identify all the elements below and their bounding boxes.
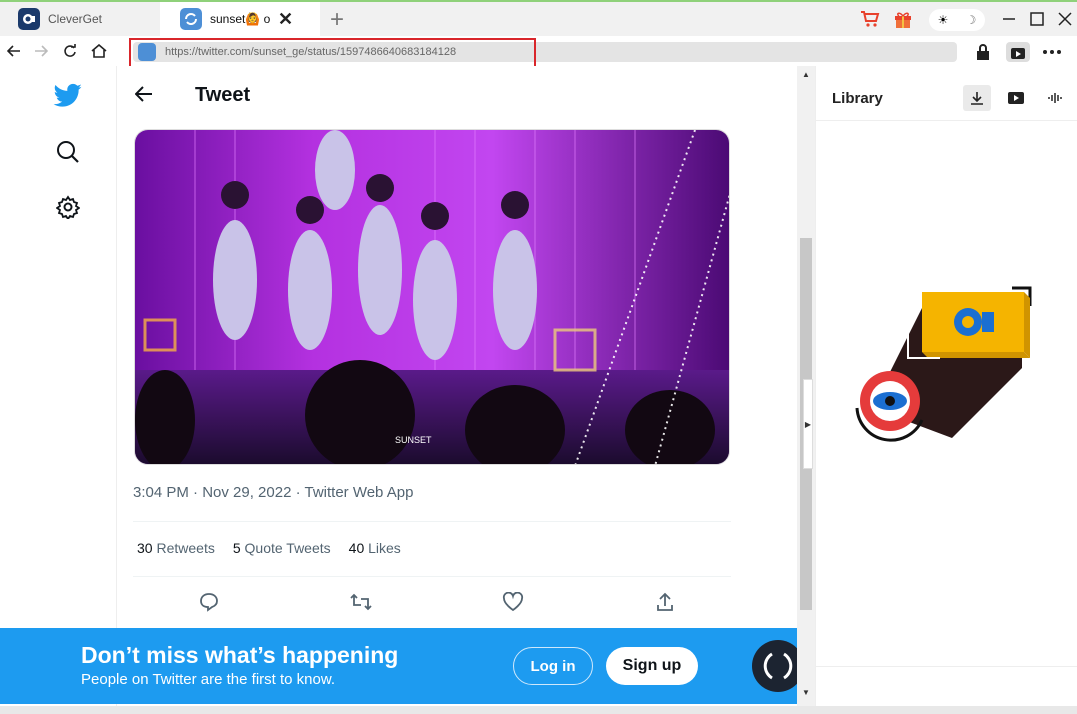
twitter-sidebar	[0, 66, 117, 714]
divider	[816, 666, 1077, 667]
media-watermark: SUNSET	[395, 435, 432, 445]
close-tab-icon[interactable]: ✕	[278, 9, 293, 30]
login-button[interactable]: Log in	[513, 647, 593, 685]
gift-icon[interactable]	[891, 7, 915, 31]
theme-toggle[interactable]: ☀ ☽	[929, 9, 985, 31]
audio-icon[interactable]	[1041, 85, 1069, 111]
vertical-scrollbar[interactable]: ▲ ▶ ▼	[797, 66, 815, 706]
banner-subtext: People on Twitter are the first to know.	[81, 671, 336, 688]
empty-library-illustration	[852, 278, 1036, 448]
tweet-media-image[interactable]: SUNSET	[134, 129, 730, 465]
scroll-up-arrow-icon[interactable]: ▲	[802, 70, 810, 79]
twitter-bird-icon[interactable]	[52, 80, 84, 112]
stat-label: Quote Tweets	[244, 540, 331, 556]
like-heart-icon[interactable]	[501, 590, 525, 614]
moon-icon[interactable]: ☽	[966, 13, 977, 27]
tweet-stats: 30 Retweets 5 Quote Tweets 40 Likes	[137, 540, 419, 556]
divider	[133, 521, 731, 522]
reload-icon[interactable]	[60, 41, 80, 61]
maximize-icon[interactable]	[1025, 7, 1049, 31]
tweet-timestamp[interactable]: 3:04 PM · Nov 29, 2022 · Twitter Web App	[133, 484, 413, 501]
likes-stat[interactable]: 40 Likes	[349, 540, 401, 556]
library-title: Library	[832, 90, 883, 107]
cleverget-logo-icon	[18, 8, 40, 30]
download-icon[interactable]	[963, 85, 991, 111]
tab-twitter[interactable]: sunset🙆 on ✕	[160, 2, 320, 36]
divider	[816, 120, 1077, 121]
tab-bar: CleverGet sunset🙆 on ✕ + ☀ ☽	[0, 2, 1077, 36]
sun-icon[interactable]: ☀	[938, 13, 949, 27]
retweet-icon[interactable]	[349, 590, 373, 614]
stat-count: 5	[232, 540, 241, 556]
signup-banner: Don’t miss what’s happening People on Tw…	[0, 628, 797, 704]
tweet-actions	[197, 590, 677, 614]
loading-spinner-icon	[752, 640, 797, 692]
lock-icon[interactable]	[973, 42, 993, 62]
collapse-panel-arrow-icon[interactable]: ▶	[803, 379, 813, 469]
tab-label: sunset🙆 on	[210, 12, 270, 26]
retweets-stat[interactable]: 30 Retweets	[137, 540, 215, 556]
back-arrow-icon[interactable]	[134, 82, 165, 108]
tweet-header: Tweet	[134, 82, 251, 108]
more-options-icon[interactable]	[1042, 42, 1062, 62]
quote-tweets-stat[interactable]: 5 Quote Tweets	[233, 540, 331, 556]
plus-icon[interactable]: +	[330, 6, 344, 34]
share-icon[interactable]	[653, 590, 677, 614]
tab-label: CleverGet	[48, 12, 103, 26]
search-icon[interactable]	[52, 136, 84, 168]
forward-arrow-icon[interactable]	[31, 41, 51, 61]
video-icon[interactable]	[1002, 85, 1030, 111]
cart-icon[interactable]	[858, 7, 882, 31]
back-arrow-icon[interactable]	[4, 41, 24, 61]
navigation-bar: https://twitter.com/sunset_ge/status/159…	[0, 36, 1077, 79]
stat-label: Likes	[368, 540, 401, 556]
tab-cleverget[interactable]: CleverGet	[0, 2, 160, 36]
gear-icon[interactable]	[52, 191, 84, 223]
scroll-down-arrow-icon[interactable]: ▼	[802, 688, 810, 697]
status-bar	[0, 706, 1077, 714]
browser-window: CleverGet sunset🙆 on ✕ + ☀ ☽	[0, 0, 1077, 714]
home-icon[interactable]	[89, 41, 109, 61]
media-download-icon[interactable]	[1006, 42, 1030, 62]
page-title: Tweet	[195, 83, 251, 106]
library-panel: Library	[815, 66, 1077, 706]
stat-label: Retweets	[156, 540, 215, 556]
stat-count: 30	[137, 540, 153, 556]
signup-button[interactable]: Sign up	[606, 647, 698, 685]
web-page: Tweet SUNSET 3:04 PM · Nov 29, 2022 · Tw…	[0, 66, 797, 714]
minimize-icon[interactable]	[997, 7, 1021, 31]
reply-icon[interactable]	[197, 590, 221, 614]
banner-headline: Don’t miss what’s happening	[81, 642, 399, 668]
refresh-favicon-icon	[180, 8, 202, 30]
divider	[133, 576, 731, 577]
close-window-icon[interactable]	[1053, 7, 1077, 31]
stat-count: 40	[348, 540, 365, 556]
